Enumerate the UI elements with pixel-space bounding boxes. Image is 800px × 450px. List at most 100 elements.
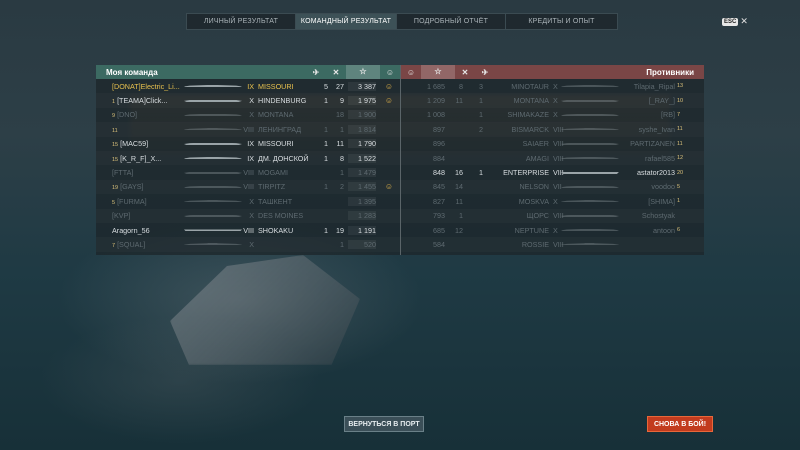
- ship-silhouette: [184, 97, 242, 103]
- table-row[interactable]: 884 AMAGI VIII rafael585 12: [401, 151, 704, 165]
- division-badge: 19: [112, 185, 119, 192]
- player-name: PARTIZANEN: [630, 139, 675, 149]
- player-name: 7 [SQUAL]: [112, 240, 186, 249]
- tab-credits-xp[interactable]: КРЕДИТЫ И ОПЫТ: [506, 14, 617, 29]
- table-row[interactable]: 793 1 ЩОРС VIII Schostyak: [401, 209, 704, 223]
- table-row[interactable]: 15 [MAC59] IX MISSOURI 1 11 1 790: [96, 137, 400, 151]
- table-row[interactable]: 896 SAIAER VIII PARTIZANEN 11: [401, 137, 704, 151]
- base-xp: 827: [433, 196, 445, 206]
- base-xp: 1 975: [348, 96, 376, 106]
- ship-tier: IX: [247, 153, 254, 163]
- enemy-team-header: ☺ ☆ ✕ ✈ Противники: [401, 65, 704, 79]
- base-xp: 845: [433, 182, 445, 192]
- table-row[interactable]: 15 [K_R_F]_X... IX ДМ. ДОНСКОЙ 1 8 1 522: [96, 151, 400, 165]
- ship-name: ROSSIE: [521, 239, 549, 249]
- ship-name: MONTANA: [258, 110, 294, 120]
- table-row[interactable]: [DONAT]Electric_Li... IX MISSOURI 5 27 3 387 ☺: [96, 79, 400, 93]
- kills: 9: [340, 96, 344, 106]
- tab-detailed-report[interactable]: ПОДРОБНЫЙ ОТЧЁТ: [397, 14, 506, 29]
- division-badge: 20: [677, 169, 684, 176]
- table-row[interactable]: [FTTA] VIII MOGAMI 1 1 479: [96, 165, 400, 179]
- base-xp: 1 685: [427, 81, 445, 91]
- table-row[interactable]: 7 [SQUAL] X 1 520: [96, 237, 400, 251]
- kills: 1: [340, 239, 344, 249]
- ship-name: SAIAER: [522, 139, 549, 149]
- ship-tier: IX: [247, 81, 254, 91]
- kills: 1: [340, 168, 344, 178]
- my-team-header: Моя команда ✈ ✕ ☆ ☺: [96, 65, 400, 79]
- plane-icon: ✈: [312, 67, 320, 77]
- base-xp: 3 387: [348, 81, 376, 91]
- division-badge: 1: [112, 99, 116, 106]
- ship-name: MOGAMI: [258, 168, 288, 178]
- table-row[interactable]: Aragorn_56 VIII SHOKAKU 1 19 1 191: [96, 223, 400, 237]
- tab-team-result[interactable]: КОМАНДНЫЙ РЕЗУЛЬТАТ: [296, 14, 397, 29]
- table-row[interactable]: 1 209 11 1 MONTANA X [_RAY_] 10: [401, 93, 704, 107]
- table-row[interactable]: 848 16 1 ENTERPRISE VIII astator2013 20: [401, 165, 704, 179]
- ship-silhouette: [561, 155, 619, 160]
- ship-name: NEPTUNE: [514, 225, 549, 235]
- ship-silhouette: [184, 169, 242, 175]
- ship-silhouette: [561, 140, 619, 146]
- base-xp: 1 008: [427, 110, 445, 120]
- table-row[interactable]: 1 008 1 SHIMAKAZE X [RB] 7: [401, 108, 704, 122]
- planes-destroyed: 3: [479, 81, 483, 91]
- kills: 1: [340, 124, 344, 134]
- player-name-text: Aragorn_56: [112, 225, 150, 235]
- table-row[interactable]: 685 12 NEPTUNE Xantoon 6: [401, 223, 704, 237]
- ship-name: HINDENBURG: [258, 96, 307, 106]
- ship-name: DES MOINES: [258, 211, 304, 221]
- player-name: [DONAT]Electric_Li...: [112, 82, 186, 91]
- table-row[interactable]: 584 ROSSIE VIII: [401, 237, 704, 251]
- base-xp: 896: [433, 139, 445, 149]
- ship-name: NELSON: [519, 182, 549, 192]
- division-badge: 15: [112, 156, 119, 163]
- table-row[interactable]: 845 14 NELSON VII voodoo 5: [401, 180, 704, 194]
- ship-silhouette: [184, 212, 242, 218]
- division-badge: 10: [677, 97, 684, 104]
- table-row[interactable]: 897 2 BISMARCK VIII syshe_Ivan 11: [401, 122, 704, 136]
- division-badge: 11: [677, 126, 683, 133]
- ship-silhouette: [184, 183, 242, 189]
- ship-name: MONTANA: [513, 96, 549, 106]
- my-team-rows: [DONAT]Electric_Li... IX MISSOURI 5 27 3 387 ☺…: [96, 79, 400, 252]
- player-name-text: [SQUAL]: [117, 239, 146, 249]
- planes-destroyed: 1: [324, 153, 328, 163]
- table-row[interactable]: 1 685 8 3 MINOTAUR X Tilapia_Ripal 13: [401, 79, 704, 93]
- planes-destroyed: 1: [479, 168, 483, 178]
- kills: 2: [340, 182, 344, 192]
- base-xp: 1 209: [427, 96, 445, 106]
- ship-silhouette: [184, 241, 242, 247]
- kills: 18: [336, 110, 344, 120]
- smiley-icon: ☺: [384, 96, 394, 106]
- table-row[interactable]: 9 [DNO] X MONTANA 18 1 900: [96, 108, 400, 122]
- kills-icon: ✕: [332, 67, 340, 77]
- base-xp: 1 814: [348, 124, 376, 134]
- ship-name: MISSOURI: [258, 81, 294, 91]
- player-name: voodoo: [651, 182, 675, 192]
- ship-silhouette: [561, 198, 619, 204]
- ship-silhouette: [561, 83, 619, 88]
- ship-name: TIRPITZ: [258, 182, 286, 192]
- table-row[interactable]: 1 [TEAMA]Click... X HINDENBURG 1 9 1 975 ☺: [96, 93, 400, 107]
- table-row[interactable]: 19 [GAYS] VIII TIRPITZ 1 2 1 455 ☺: [96, 180, 400, 194]
- division-badge: 7: [677, 111, 681, 118]
- ship-name: ТАШКЕНТ: [258, 196, 293, 206]
- table-row[interactable]: 5 [FURMA] X ТАШКЕНТ 1 395: [96, 194, 400, 208]
- ship-name: AMAGI: [525, 153, 549, 163]
- esc-close-button[interactable]: ESC ✕: [722, 16, 748, 27]
- table-row[interactable]: [KVP] X DES MOINES 1 283: [96, 209, 400, 223]
- base-xp: 793: [433, 211, 445, 221]
- return-to-port-button[interactable]: ВЕРНУТЬСЯ В ПОРТ: [344, 416, 424, 432]
- smiley-icon: ☺: [384, 182, 394, 192]
- battle-again-button[interactable]: СНОВА В БОЙ!: [647, 416, 713, 432]
- table-row[interactable]: 827 11 MOSKVA X [SHIMA] 1: [401, 194, 704, 208]
- table-row[interactable]: 11 VIII ЛЕНИНГРАД 1 1 1 814: [96, 122, 400, 136]
- star-icon: ☆: [421, 65, 455, 79]
- tab-personal-result[interactable]: ЛИЧНЫЙ РЕЗУЛЬТАТ: [187, 14, 296, 29]
- smiley-icon: ☺: [384, 81, 394, 91]
- star-icon: ☆: [346, 65, 380, 79]
- player-name-text: [GAYS]: [120, 182, 144, 192]
- base-xp: 884: [433, 153, 445, 163]
- ship-silhouette: [184, 229, 242, 233]
